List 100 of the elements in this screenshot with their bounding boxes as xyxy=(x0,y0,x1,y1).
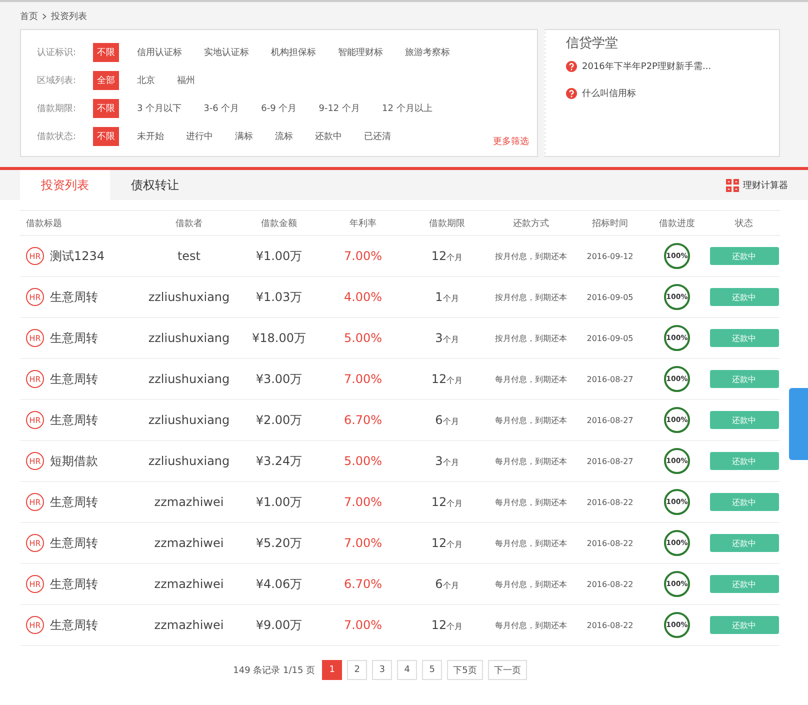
filter-option[interactable]: 北京 xyxy=(133,70,159,90)
loan-title-link[interactable]: 生意周转 xyxy=(50,494,98,510)
filter-option[interactable]: 智能理财标 xyxy=(334,42,387,62)
filter-option[interactable]: 机构担保标 xyxy=(267,42,320,62)
page-button[interactable]: 下5页 xyxy=(447,660,483,680)
loan-title-link[interactable]: 生意周转 xyxy=(50,288,98,306)
filter-option[interactable]: 6-9 个月 xyxy=(257,98,301,118)
loan-title-link[interactable]: 生意周转 xyxy=(50,412,98,428)
filter-option[interactable]: 9-12 个月 xyxy=(314,98,364,118)
rate-cell: 6.70% xyxy=(344,413,382,427)
column-header: 借款期限 xyxy=(428,218,466,230)
loan-title-link[interactable]: 短期借款 xyxy=(50,452,98,470)
article-link[interactable]: 什么叫信用标 xyxy=(582,87,636,100)
borrower-cell: test xyxy=(177,249,201,263)
repayment-cell: 按月付息，到期还本 xyxy=(495,332,567,344)
filter-option[interactable]: 12 个月以上 xyxy=(378,98,436,118)
hr-badge: HR xyxy=(26,411,44,429)
filter-option[interactable]: 未开始 xyxy=(133,126,168,146)
loan-title-link[interactable]: 测试1234 xyxy=(50,248,105,264)
repayment-cell: 按月付息，到期还本 xyxy=(495,292,567,302)
date-cell: 2016-08-22 xyxy=(586,580,634,588)
column-header: 借款金额 xyxy=(260,218,298,230)
repayment-cell: 按月付息，到期还本 xyxy=(495,250,567,262)
column-header: 招标时间 xyxy=(591,218,629,230)
hr-badge: HR xyxy=(26,575,44,593)
term-cell: 12个月 xyxy=(431,249,463,263)
page-button[interactable]: 5 xyxy=(422,660,442,680)
tab[interactable]: 投资列表 xyxy=(20,170,110,200)
term-cell: 1个月 xyxy=(435,290,459,304)
loan-title-link[interactable]: 生意周转 xyxy=(50,616,98,634)
borrower-cell: zzmazhiwei xyxy=(154,495,224,509)
borrower-cell: zzliushuxiang xyxy=(148,331,230,345)
rate-cell: 7.00% xyxy=(344,495,382,509)
filter-option[interactable]: 不限 xyxy=(93,42,119,62)
loan-title-link[interactable]: 生意周转 xyxy=(50,534,98,552)
amount-cell: ¥1.00万 xyxy=(256,248,302,264)
filter-option[interactable]: 满标 xyxy=(231,126,257,146)
page-button[interactable]: 4 xyxy=(397,660,418,680)
chevron-icon xyxy=(42,13,47,20)
filter-option[interactable]: 已还清 xyxy=(360,126,395,146)
amount-cell: ¥4.06万 xyxy=(256,576,302,592)
amount-cell: ¥1.03万 xyxy=(256,288,302,306)
filter-option[interactable]: 流标 xyxy=(271,126,297,146)
filter-option[interactable]: 进行中 xyxy=(182,126,217,146)
repayment-cell: 每月付息，到期还本 xyxy=(495,414,567,426)
hr-badge: HR xyxy=(26,493,44,511)
academy-title: 信贷学堂 xyxy=(566,35,619,52)
column-header: 借款标题 xyxy=(25,218,63,230)
amount-cell: ¥3.00万 xyxy=(256,370,302,388)
page-button[interactable]: 2 xyxy=(347,660,368,680)
filter-option[interactable]: 还款中 xyxy=(311,126,346,146)
page-button[interactable]: 3 xyxy=(372,660,392,680)
repayment-cell: 每月付息，到期还本 xyxy=(495,456,567,466)
filter-option[interactable]: 旅游考察标 xyxy=(401,42,454,62)
term-cell: 6个月 xyxy=(435,577,459,591)
filter-label: 借款状态: xyxy=(37,130,78,142)
borrower-cell: zzliushuxiang xyxy=(148,372,230,386)
filter-label: 认证标识: xyxy=(37,46,78,58)
term-cell: 3个月 xyxy=(435,454,459,468)
question-icon xyxy=(566,88,577,99)
term-cell: 12个月 xyxy=(431,495,463,509)
filter-option[interactable]: 信用认证标 xyxy=(133,42,186,62)
tab[interactable]: 债权转让 xyxy=(110,170,200,200)
breadcrumb-link[interactable]: 首页 xyxy=(20,10,38,23)
loan-title-link[interactable]: 生意周转 xyxy=(50,576,98,592)
column-header: 借款进度 xyxy=(658,218,696,230)
filter-option[interactable]: 3 个月以下 xyxy=(133,98,186,118)
hr-badge: HR xyxy=(26,247,44,265)
hr-badge: HR xyxy=(26,616,44,634)
more-filters-link[interactable]: 更多筛选 xyxy=(493,135,529,148)
filter-option[interactable]: 全部 xyxy=(93,70,119,90)
borrower-cell: zzliushuxiang xyxy=(148,413,230,427)
date-cell: 2016-09-05 xyxy=(586,292,634,302)
filter-option[interactable]: 不限 xyxy=(93,126,119,146)
repayment-cell: 每月付息，到期还本 xyxy=(495,538,567,548)
page-button[interactable]: 1 xyxy=(322,660,342,680)
filter-label: 借款期限: xyxy=(37,102,78,114)
calculator-link[interactable]: 理财计算器 xyxy=(743,178,788,192)
calculator-icon[interactable] xyxy=(726,178,739,192)
date-cell: 2016-08-27 xyxy=(586,374,634,384)
rate-cell: 4.00% xyxy=(344,290,382,304)
loan-title-link[interactable]: 生意周转 xyxy=(50,370,98,388)
borrower-cell: zzmazhiwei xyxy=(154,618,224,632)
breadcrumb-current: 投资列表 xyxy=(51,10,87,23)
rate-cell: 7.00% xyxy=(344,249,382,263)
date-cell: 2016-08-22 xyxy=(586,498,634,506)
column-header: 借款者 xyxy=(174,218,204,230)
page-button[interactable]: 下一页 xyxy=(488,660,527,680)
date-cell: 2016-08-27 xyxy=(586,416,634,424)
rate-cell: 7.00% xyxy=(344,536,382,550)
filter-option[interactable]: 3-6 个月 xyxy=(200,98,244,118)
hr-badge: HR xyxy=(26,534,44,552)
article-link[interactable]: 2016年下半年P2P理财新手需... xyxy=(582,60,712,73)
filter-option[interactable]: 实地认证标 xyxy=(200,42,253,62)
loan-title-link[interactable]: 生意周转 xyxy=(50,330,98,346)
amount-cell: ¥1.00万 xyxy=(256,494,302,510)
date-cell: 2016-08-27 xyxy=(586,456,634,466)
filter-option[interactable]: 不限 xyxy=(93,98,119,118)
filter-option[interactable]: 福州 xyxy=(173,70,199,90)
repayment-cell: 每月付息，到期还本 xyxy=(495,620,567,630)
